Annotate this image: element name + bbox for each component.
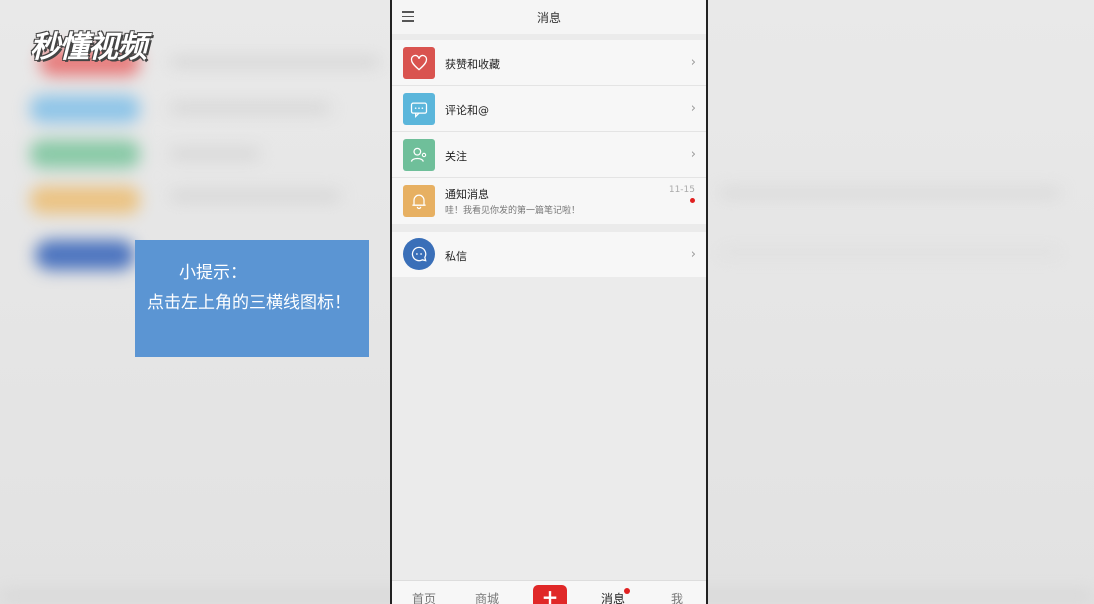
tab-mall[interactable]: 商城 — [475, 590, 499, 604]
list-item-label: 通知消息 — [445, 188, 489, 201]
phone-screen: 消息 获赞和收藏 › 评论和@ › 关注 › 通知消息 哇！我看见你发的第一篇笔… — [390, 0, 708, 604]
list-item-notifications[interactable]: 通知消息 哇！我看见你发的第一篇笔记啦！ 11-15 — [392, 178, 706, 224]
unread-dot — [690, 198, 695, 203]
tab-me[interactable]: 我 — [671, 590, 683, 604]
message-list: 获赞和收藏 › 评论和@ › 关注 › 通知消息 哇！我看见你发的第一篇笔记啦！… — [392, 40, 706, 224]
bottom-tab-bar: 首页 商城 + 消息 我 — [392, 580, 706, 604]
chevron-right-icon: › — [690, 55, 696, 70]
list-item-label: 评论和@ — [445, 104, 489, 117]
chevron-right-icon: › — [690, 147, 696, 162]
video-frame: 秒懂视频 小提示： 点击左上角的三横线图标！ 消息 获赞和收藏 › 评论和@ ›… — [0, 0, 1094, 604]
tab-home[interactable]: 首页 — [412, 590, 436, 604]
notification-date: 11-15 — [668, 185, 695, 195]
tip-heading: 小提示： — [179, 263, 247, 283]
private-message-group: 私信 › — [392, 232, 706, 277]
list-item-label: 关注 — [445, 150, 467, 163]
list-item-comments[interactable]: 评论和@ › — [392, 86, 706, 132]
notification-preview: 哇！我看见你发的第一篇笔记啦！ — [445, 206, 581, 216]
list-item-private-messages[interactable]: 私信 › — [392, 232, 706, 278]
heart-icon — [403, 47, 435, 79]
tab-messages[interactable]: 消息 — [601, 590, 625, 604]
watermark-logo: 秒懂视频 — [30, 30, 147, 65]
user-icon — [403, 139, 435, 171]
chevron-right-icon: › — [690, 247, 696, 262]
chevron-right-icon: › — [690, 101, 696, 116]
comment-icon — [403, 93, 435, 125]
bell-icon — [403, 185, 435, 217]
top-bar: 消息 — [392, 0, 706, 34]
list-item-label: 获赞和收藏 — [445, 58, 500, 71]
list-item-follow[interactable]: 关注 › — [392, 132, 706, 178]
add-post-button[interactable]: + — [533, 585, 567, 604]
list-item-likes[interactable]: 获赞和收藏 › — [392, 40, 706, 86]
tip-box: 小提示： 点击左上角的三横线图标！ — [135, 240, 369, 357]
tip-text: 点击左上角的三横线图标！ — [147, 293, 351, 313]
list-item-label: 私信 — [445, 250, 467, 263]
page-title: 消息 — [536, 11, 561, 25]
unread-dot — [624, 588, 630, 594]
chat-icon — [403, 238, 435, 270]
